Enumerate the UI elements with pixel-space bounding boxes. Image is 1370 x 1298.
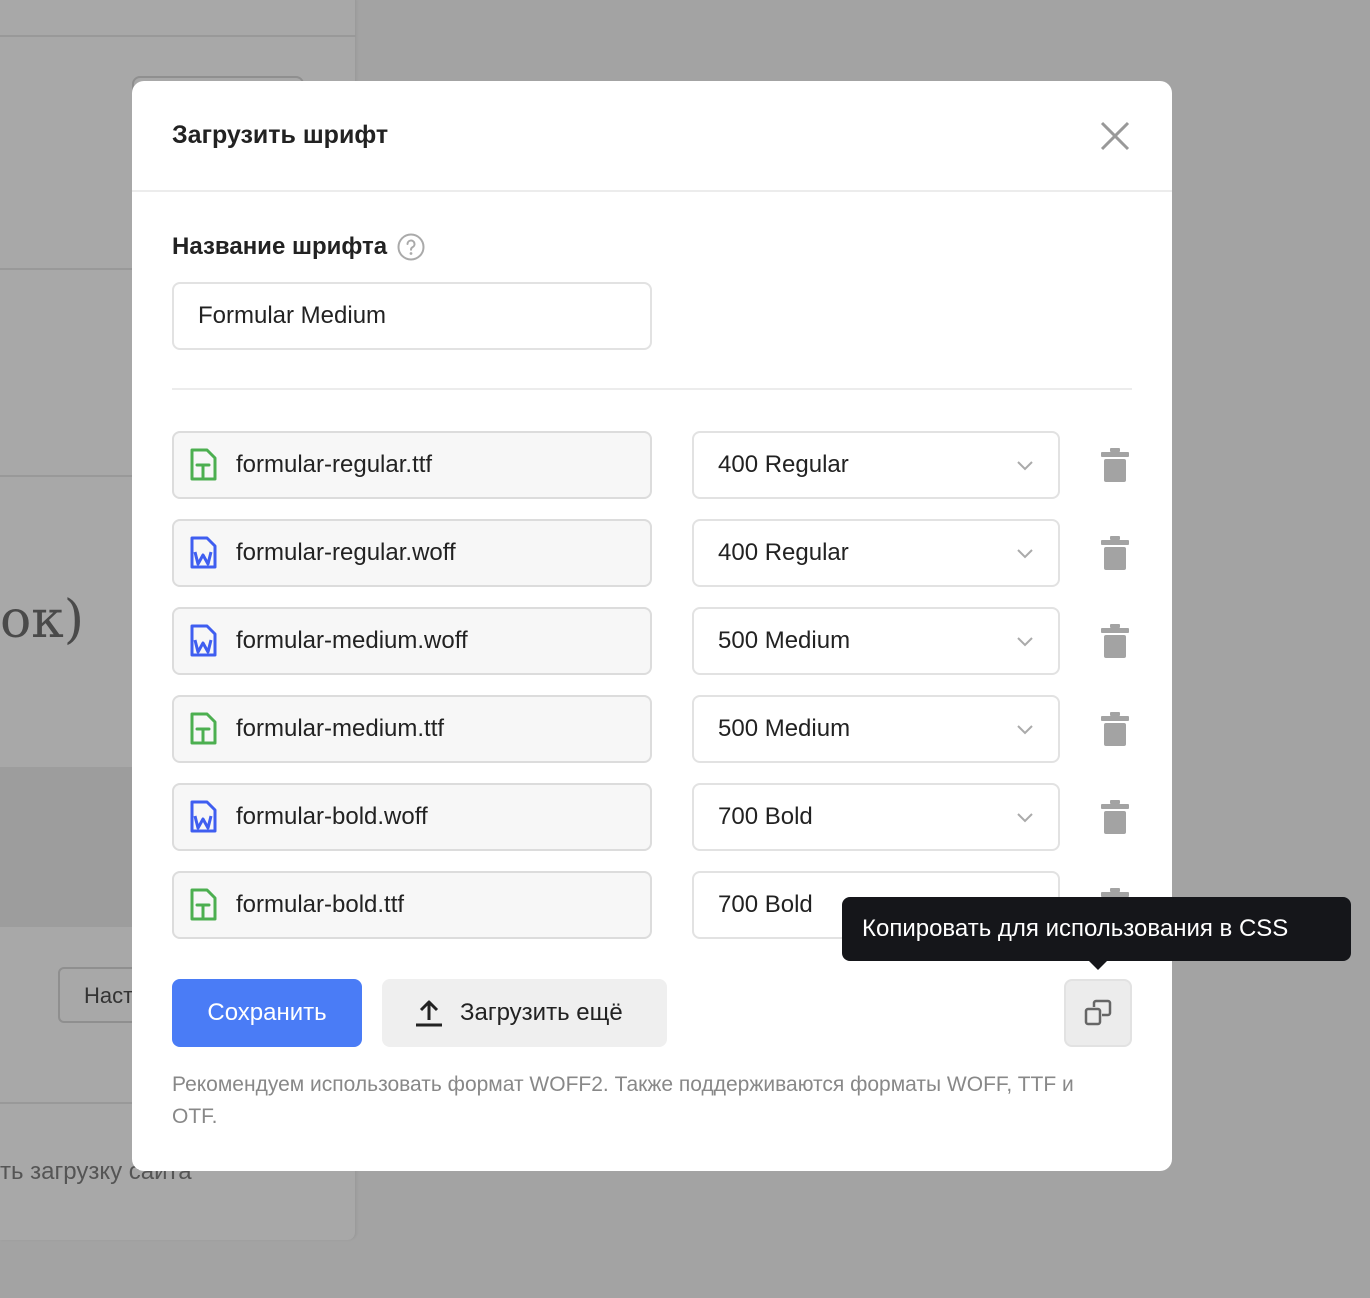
weight-value: 500 Medium — [718, 627, 851, 654]
chevron-down-icon — [1017, 461, 1033, 471]
weight-select[interactable]: 400 Regular — [692, 431, 1060, 499]
file-field[interactable]: formular-bold.ttf — [172, 871, 652, 939]
weight-select[interactable]: 400 Regular — [692, 519, 1060, 587]
close-button[interactable] — [1098, 119, 1132, 153]
copy-css-button[interactable] — [1064, 979, 1132, 1047]
weight-value: 400 Regular — [718, 539, 849, 566]
file-field[interactable]: formular-medium.ttf — [172, 695, 652, 763]
trash-icon[interactable] — [1100, 623, 1130, 659]
ttf-file-icon — [190, 712, 217, 745]
chevron-down-icon — [1017, 637, 1033, 647]
file-name: formular-bold.ttf — [236, 891, 405, 918]
file-name: formular-bold.woff — [236, 803, 428, 830]
weight-value: 700 Bold — [718, 891, 813, 918]
weight-value: 400 Regular — [718, 451, 849, 478]
close-icon — [1100, 121, 1130, 151]
ttf-file-icon — [190, 888, 217, 921]
modal-header: Загрузить шрифт — [132, 81, 1172, 192]
ttf-file-icon — [190, 448, 217, 481]
file-row: formular-regular.ttf 400 Regular — [172, 431, 1132, 499]
file-field[interactable]: formular-regular.woff — [172, 519, 652, 587]
format-hint: Рекомендуем использовать формат WOFF2. Т… — [172, 1073, 1074, 1128]
file-row: formular-bold.woff 700 Bold — [172, 783, 1132, 851]
copy-icon — [1084, 999, 1112, 1026]
woff-file-icon — [190, 800, 217, 833]
font-name-label: Название шрифта — [172, 233, 425, 261]
upload-font-modal: Загрузить шрифт Название шрифта formular… — [132, 81, 1172, 1171]
file-field[interactable]: formular-medium.woff — [172, 607, 652, 675]
weight-select[interactable]: 700 Bold — [692, 783, 1060, 851]
trash-icon[interactable] — [1100, 799, 1130, 835]
chevron-down-icon — [1017, 549, 1033, 559]
weight-value: 500 Medium — [718, 715, 851, 742]
weight-select[interactable]: 500 Medium — [692, 695, 1060, 763]
modal-title: Загрузить шрифт — [172, 121, 389, 149]
woff-file-icon — [190, 536, 217, 569]
file-row: formular-medium.ttf 500 Medium — [172, 695, 1132, 763]
woff-file-icon — [190, 624, 217, 657]
file-name: formular-medium.ttf — [236, 715, 445, 742]
background-divider — [0, 35, 356, 37]
file-field[interactable]: formular-regular.ttf — [172, 431, 652, 499]
weight-select[interactable]: 500 Medium — [692, 607, 1060, 675]
chevron-down-icon — [1017, 725, 1033, 735]
section-divider — [172, 388, 1132, 390]
weight-value: 700 Bold — [718, 803, 813, 830]
font-name-label-text: Название шрифта — [172, 233, 388, 260]
help-icon[interactable] — [397, 233, 425, 261]
chevron-down-icon — [1017, 813, 1033, 823]
upload-more-label: Загрузить ещё — [460, 999, 623, 1026]
trash-icon[interactable] — [1100, 447, 1130, 483]
trash-icon[interactable] — [1100, 535, 1130, 571]
save-button[interactable]: Сохранить — [172, 979, 362, 1047]
file-name: formular-regular.ttf — [236, 451, 433, 478]
font-name-input[interactable] — [172, 282, 652, 350]
trash-icon[interactable] — [1100, 711, 1130, 747]
file-row: formular-medium.woff 500 Medium — [172, 607, 1132, 675]
upload-icon — [416, 1000, 442, 1027]
file-name: formular-regular.woff — [236, 539, 456, 566]
upload-more-button[interactable]: Загрузить ещё — [382, 979, 667, 1047]
file-field[interactable]: formular-bold.woff — [172, 783, 652, 851]
background-heading: ок) — [0, 590, 85, 650]
file-name: formular-medium.woff — [236, 627, 468, 654]
copy-css-tooltip: Копировать для использования в CSS — [842, 897, 1351, 961]
file-row: formular-regular.woff 400 Regular — [172, 519, 1132, 587]
tooltip-arrow — [1088, 960, 1108, 970]
